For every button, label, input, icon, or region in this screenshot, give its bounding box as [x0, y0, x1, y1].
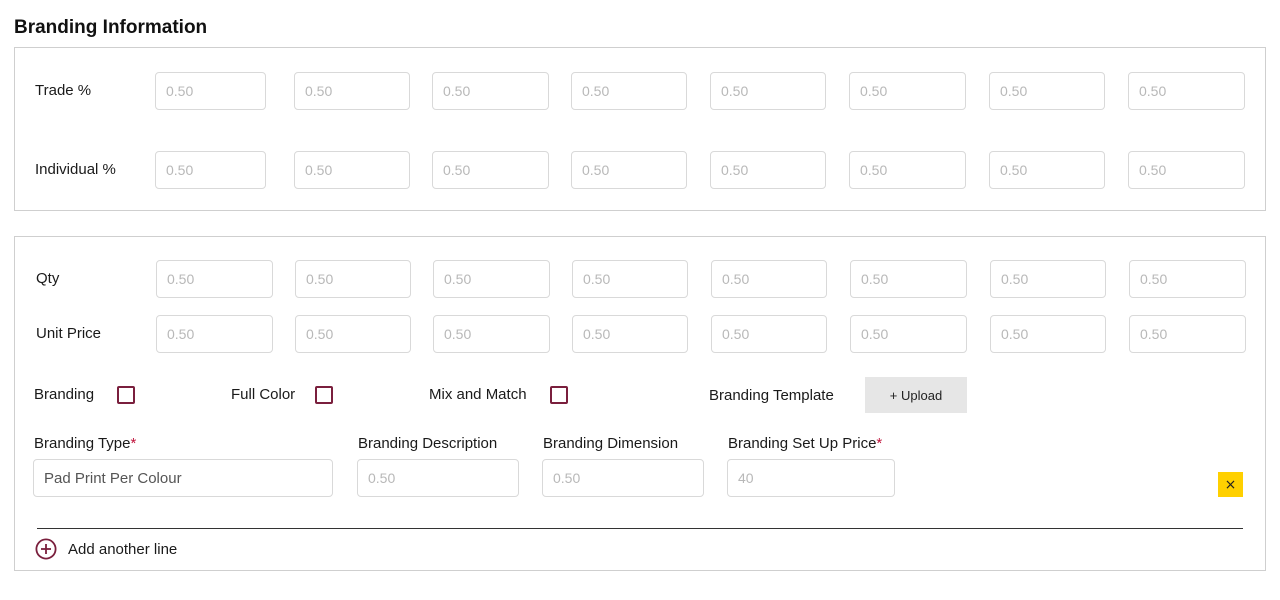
divider — [37, 528, 1243, 529]
branding-dimension-input[interactable] — [542, 459, 704, 497]
trade-input-5[interactable] — [710, 72, 826, 110]
plus-circle-icon — [35, 538, 57, 560]
qty-input-8[interactable] — [1129, 260, 1246, 298]
branding-type-label: Branding Type* — [34, 435, 136, 452]
individual-label: Individual % — [35, 161, 116, 178]
close-icon: × — [1224, 476, 1237, 493]
branding-description-input[interactable] — [357, 459, 519, 497]
unit-price-input-6[interactable] — [850, 315, 967, 353]
trade-input-6[interactable] — [849, 72, 966, 110]
required-mark: * — [876, 435, 883, 452]
trade-input-1[interactable] — [155, 72, 266, 110]
individual-input-1[interactable] — [155, 151, 266, 189]
trade-input-8[interactable] — [1128, 72, 1245, 110]
qty-input-7[interactable] — [990, 260, 1106, 298]
individual-input-3[interactable] — [432, 151, 549, 189]
branding-type-input[interactable] — [33, 459, 333, 497]
branding-dimension-label: Branding Dimension — [543, 435, 679, 452]
mix-and-match-checkbox-label: Mix and Match — [429, 386, 527, 403]
individual-input-4[interactable] — [571, 151, 687, 189]
delete-line-button[interactable]: × — [1218, 472, 1243, 497]
branding-checkbox[interactable] — [117, 386, 135, 404]
qty-label: Qty — [36, 270, 60, 287]
trade-input-3[interactable] — [432, 72, 549, 110]
page-title: Branding Information — [14, 17, 208, 38]
add-another-line-button[interactable]: Add another line — [35, 538, 177, 560]
full-color-checkbox-label: Full Color — [231, 386, 296, 403]
branding-type-label-text: Branding Type — [34, 435, 131, 452]
individual-input-7[interactable] — [989, 151, 1105, 189]
branding-setup-price-input[interactable] — [727, 459, 895, 497]
unit-price-input-4[interactable] — [572, 315, 688, 353]
unit-price-label: Unit Price — [36, 325, 102, 342]
upload-button[interactable]: + Upload — [865, 377, 967, 413]
trade-input-2[interactable] — [294, 72, 410, 110]
qty-input-5[interactable] — [711, 260, 827, 298]
branding-template-label: Branding Template — [709, 387, 834, 404]
unit-price-input-1[interactable] — [156, 315, 273, 353]
unit-price-input-5[interactable] — [711, 315, 827, 353]
trade-input-4[interactable] — [571, 72, 687, 110]
branding-setup-price-label: Branding Set Up Price* — [728, 435, 882, 452]
qty-input-4[interactable] — [572, 260, 688, 298]
add-another-line-label: Add another line — [68, 540, 178, 558]
individual-input-2[interactable] — [294, 151, 410, 189]
unit-price-input-2[interactable] — [295, 315, 411, 353]
individual-input-5[interactable] — [710, 151, 826, 189]
branding-setup-price-label-text: Branding Set Up Price — [728, 435, 877, 452]
branding-description-label: Branding Description — [358, 435, 498, 452]
qty-input-6[interactable] — [850, 260, 967, 298]
individual-input-8[interactable] — [1128, 151, 1245, 189]
required-mark: * — [130, 435, 137, 452]
qty-input-3[interactable] — [433, 260, 550, 298]
trade-input-7[interactable] — [989, 72, 1105, 110]
trade-label: Trade % — [35, 82, 92, 99]
mix-and-match-checkbox[interactable] — [550, 386, 568, 404]
unit-price-input-8[interactable] — [1129, 315, 1246, 353]
qty-input-2[interactable] — [295, 260, 411, 298]
unit-price-input-3[interactable] — [433, 315, 550, 353]
individual-input-6[interactable] — [849, 151, 966, 189]
full-color-checkbox[interactable] — [315, 386, 333, 404]
unit-price-input-7[interactable] — [990, 315, 1106, 353]
qty-input-1[interactable] — [156, 260, 273, 298]
branding-checkbox-label: Branding — [34, 386, 95, 403]
